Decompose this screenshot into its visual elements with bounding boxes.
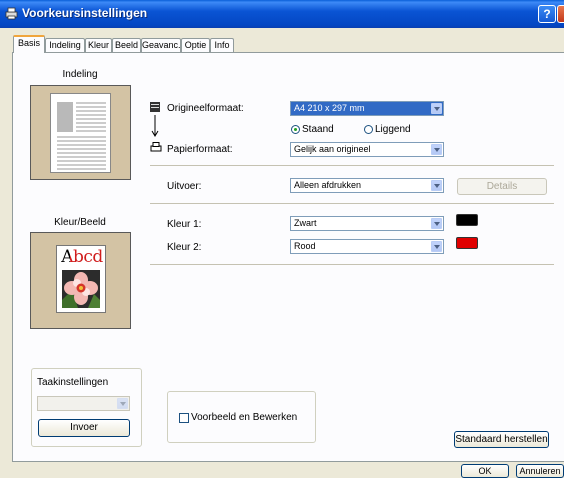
window-title: Voorkeursinstellingen	[22, 6, 148, 20]
color2-value: Rood	[294, 241, 316, 251]
paper-size-combo[interactable]: Gelijk aan origineel	[290, 142, 444, 157]
color2-label: Kleur 2:	[167, 242, 202, 253]
original-size-combo[interactable]: A4 210 x 297 mm	[290, 101, 444, 116]
chevron-down-icon	[431, 144, 442, 155]
printer-icon	[150, 142, 162, 152]
portrait-label: Staand	[302, 124, 334, 135]
scanner-icon	[150, 102, 160, 112]
paper-size-label: Papierformaat:	[167, 144, 233, 155]
tab-beeld[interactable]: Beeld	[112, 38, 141, 52]
separator-3	[150, 264, 554, 265]
layout-preview	[30, 85, 131, 180]
color1-value: Zwart	[294, 218, 317, 228]
chevron-down-icon	[431, 103, 442, 114]
original-size-value: A4 210 x 297 mm	[294, 103, 365, 113]
separator-1	[150, 165, 554, 166]
color1-swatch	[456, 214, 478, 226]
text-lines-bottom	[57, 136, 106, 170]
cancel-button[interactable]: Annuleren	[516, 464, 564, 478]
tab-optie[interactable]: Optie	[181, 38, 210, 52]
landscape-radio[interactable]	[364, 125, 373, 134]
task-settings-combo[interactable]	[37, 396, 130, 411]
separator-2	[150, 203, 554, 204]
output-combo[interactable]: Alleen afdrukken	[290, 178, 444, 193]
details-button[interactable]: Details	[457, 178, 547, 195]
color1-label: Kleur 1:	[167, 219, 202, 230]
chevron-down-icon	[431, 218, 442, 229]
help-button[interactable]: ?	[538, 5, 556, 23]
color-preview: Abcd	[30, 232, 131, 329]
tab-indeling[interactable]: Indeling	[45, 38, 85, 52]
import-button[interactable]: Invoer	[38, 419, 130, 437]
close-button[interactable]	[557, 5, 564, 23]
output-label: Uitvoer:	[167, 181, 202, 192]
tab-geavanc[interactable]: Geavanc.	[141, 38, 181, 52]
task-settings-label: Taakinstellingen	[37, 377, 109, 388]
printer-app-icon	[5, 7, 18, 20]
preview-edit-label: Voorbeeld en Bewerken	[191, 412, 298, 423]
original-size-label: Origineelformaat:	[167, 103, 244, 114]
page-thumbnail	[50, 93, 111, 173]
chevron-down-icon	[117, 398, 128, 409]
landscape-label: Liggend	[375, 124, 411, 135]
paper-size-value: Gelijk aan origineel	[294, 144, 371, 154]
output-value: Alleen afdrukken	[294, 180, 362, 190]
restore-defaults-button[interactable]: Standaard herstellen	[454, 431, 549, 448]
color-title: Kleur/Beeld	[54, 217, 106, 228]
color1-combo[interactable]: Zwart	[290, 216, 444, 231]
preview-edit-checkbox[interactable]	[179, 413, 189, 423]
ok-button[interactable]: OK	[461, 464, 509, 478]
color-preview-text: Abcd	[61, 247, 103, 267]
chevron-down-icon	[431, 241, 442, 252]
color-page-thumbnail: Abcd	[56, 245, 106, 313]
portrait-radio[interactable]	[291, 125, 300, 134]
chevron-down-icon	[431, 180, 442, 191]
layout-title: Indeling	[62, 69, 98, 80]
tab-basis[interactable]: Basis	[13, 35, 45, 53]
image-block	[57, 102, 73, 132]
tab-kleur[interactable]: Kleur	[85, 38, 112, 52]
flower-image-icon	[62, 270, 100, 308]
tab-info[interactable]: Info	[210, 38, 234, 52]
color2-swatch	[456, 237, 478, 249]
arrow-down-icon	[151, 115, 159, 137]
color2-combo[interactable]: Rood	[290, 239, 444, 254]
